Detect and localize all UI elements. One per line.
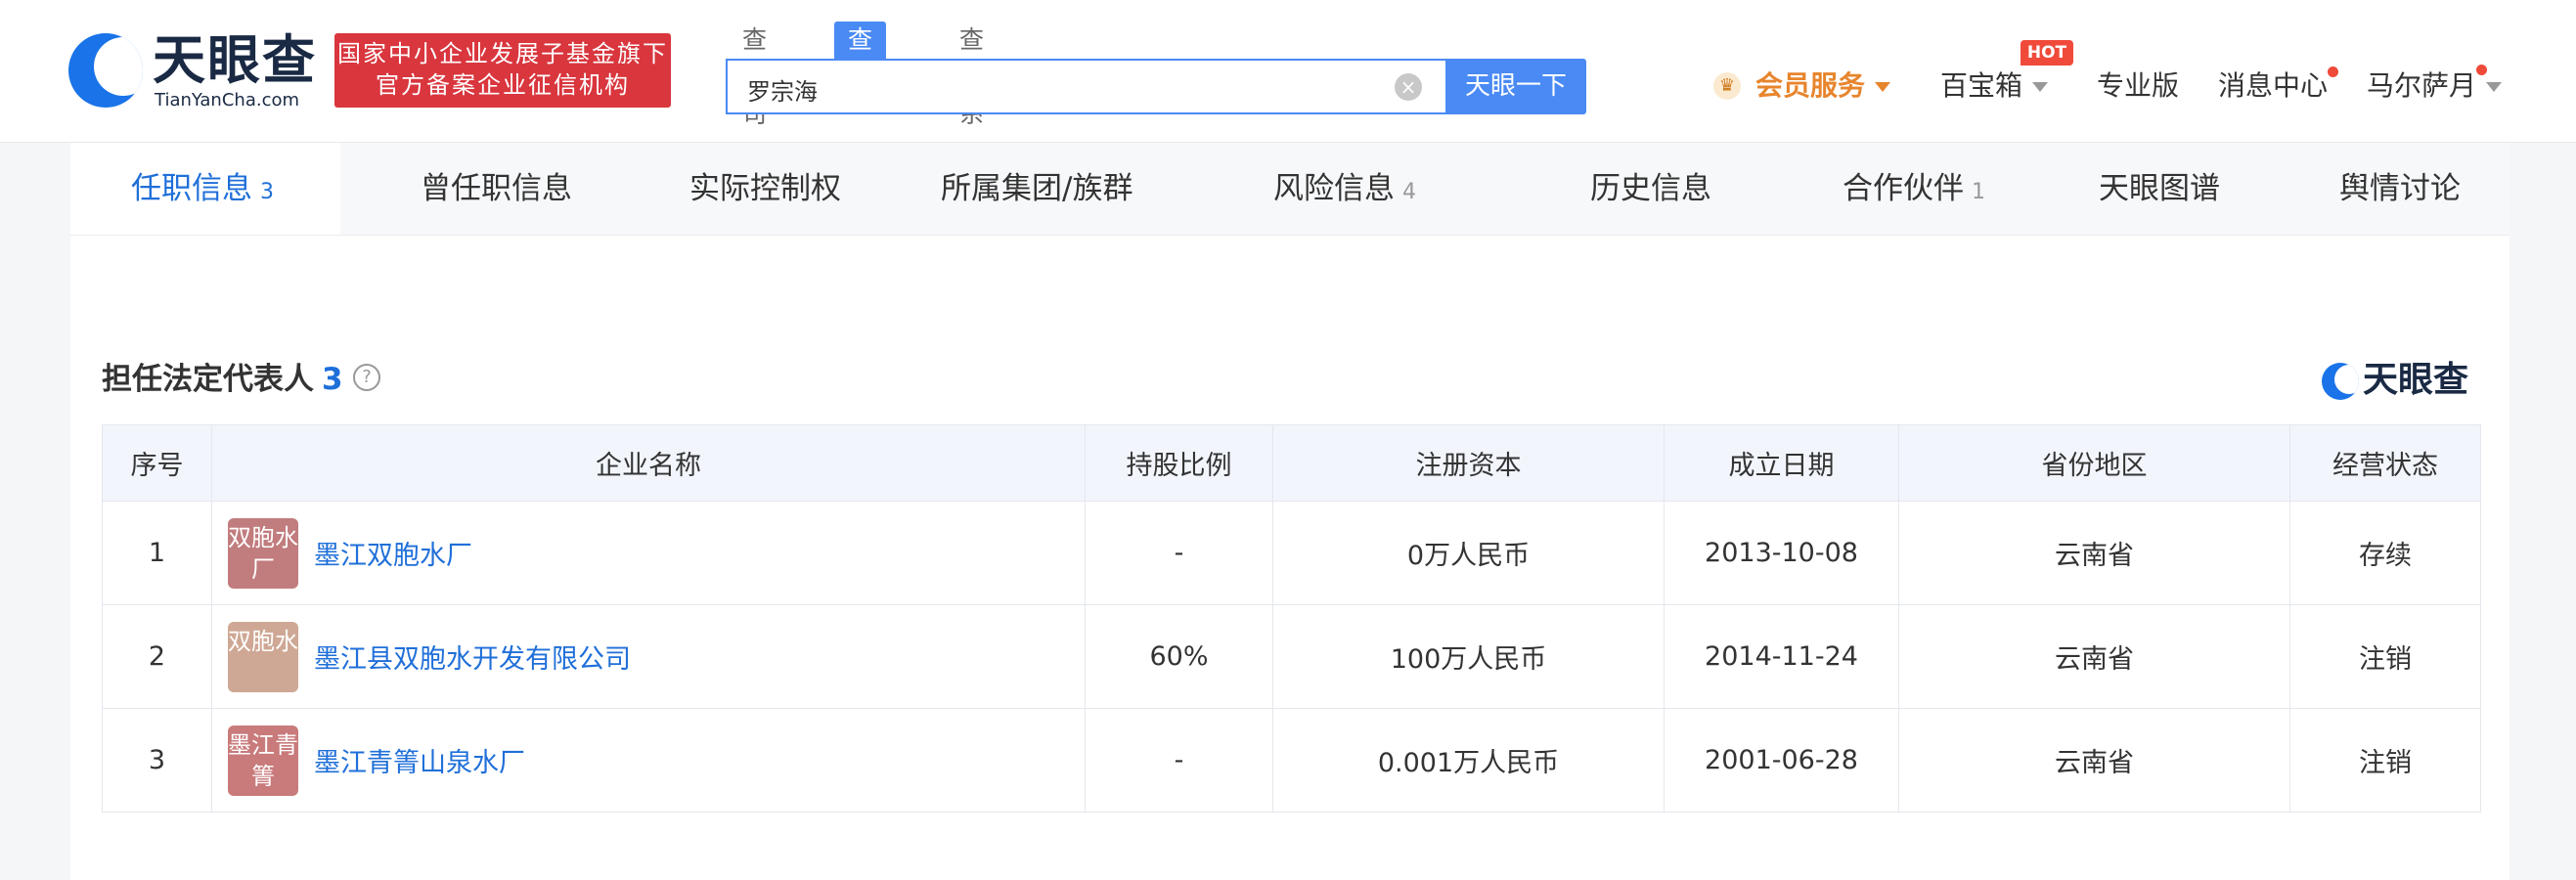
hot-badge: HOT xyxy=(2021,40,2073,66)
logo-eye-icon xyxy=(2322,363,2359,400)
column-header: 注册资本 xyxy=(1272,424,1665,502)
tab-former-positions[interactable]: 曾任职信息 xyxy=(421,143,572,235)
clear-icon[interactable]: × xyxy=(1395,73,1422,101)
tianyancha-logo[interactable]: 天眼查 TianYanCha.com xyxy=(68,29,323,111)
tab-label: 合作伙伴 xyxy=(1843,171,1964,206)
official-badge: 国家中小企业发展子基金旗下 官方备案企业征信机构 xyxy=(334,33,671,108)
top-header: 天眼查 TianYanCha.com 国家中小企业发展子基金旗下 官方备案企业征… xyxy=(0,0,2576,143)
member-service-menu[interactable]: 会员服务 xyxy=(1755,65,1891,108)
company-logo[interactable]: 双胞水 xyxy=(228,621,298,692)
legal-representative-table: 序号 企业名称 持股比例 注册资本 成立日期 省份地区 经营状态 1 双胞水厂墨… xyxy=(102,424,2481,813)
company-name-link[interactable]: 墨江青箐山泉水厂 xyxy=(314,748,525,778)
company-cell: 双胞水墨江县双胞水开发有限公司 xyxy=(211,604,1086,709)
tab-label: 舆情讨论 xyxy=(2339,171,2461,206)
member-service-label: 会员服务 xyxy=(1755,69,1866,102)
search-tab-company[interactable]: 查公司 xyxy=(729,22,780,128)
watermark-logo-text: 天眼查 xyxy=(2363,360,2469,400)
tab-label: 风险信息 xyxy=(1273,171,1395,206)
badge-line-1: 国家中小企业发展子基金旗下 xyxy=(337,40,668,67)
column-header: 持股比例 xyxy=(1085,424,1273,502)
table-row: 1 双胞水厂 墨江双胞水厂 - 0万人民币 2013-10-08 云南省 存续 xyxy=(102,501,2481,605)
tab-label: 所属集团/族群 xyxy=(941,171,1133,206)
column-header: 企业名称 xyxy=(211,424,1086,502)
row-index: 1 xyxy=(102,501,212,605)
company-name-link[interactable]: 墨江县双胞水开发有限公司 xyxy=(314,644,631,675)
tab-label: 天眼图谱 xyxy=(2099,171,2220,206)
status-badge: 注销 xyxy=(2289,708,2481,813)
row-index: 3 xyxy=(102,708,212,813)
tab-discussion[interactable]: 舆情讨论 xyxy=(2339,143,2461,235)
user-notification-dot xyxy=(2476,65,2487,75)
tab-label: 历史信息 xyxy=(1590,171,1711,206)
logo-eye-icon xyxy=(68,33,143,108)
section-title-text: 担任法定代表人 xyxy=(102,362,314,397)
column-header: 经营状态 xyxy=(2289,424,2481,502)
status-badge: 存续 xyxy=(2289,501,2481,605)
tab-count: 3 xyxy=(260,180,274,204)
tab-history[interactable]: 历史信息 xyxy=(1590,143,1711,235)
chevron-down-icon xyxy=(2486,82,2503,92)
column-header: 序号 xyxy=(102,424,212,502)
user-name: 马尔萨月 xyxy=(2367,69,2477,102)
column-header: 成立日期 xyxy=(1664,424,1899,502)
tab-partners[interactable]: 合作伙伴 1 xyxy=(1843,143,1985,235)
column-header: 省份地区 xyxy=(1898,424,2290,502)
registered-capital: 0.001万人民币 xyxy=(1272,708,1665,813)
watermark-logo: 天眼查 xyxy=(2322,355,2478,402)
section-count: 3 xyxy=(322,362,343,397)
logo-text: 天眼查 xyxy=(153,29,317,91)
treasure-box-menu[interactable]: 百宝箱 xyxy=(1940,65,2049,108)
established-date: 2013-10-08 xyxy=(1664,501,1899,605)
status-badge: 注销 xyxy=(2289,604,2481,709)
crown-icon: ♛ xyxy=(1713,72,1741,100)
table-header-row: 序号 企业名称 持股比例 注册资本 成立日期 省份地区 经营状态 xyxy=(102,424,2481,502)
established-date: 2001-06-28 xyxy=(1664,708,1899,813)
chevron-down-icon xyxy=(1875,82,1891,92)
region: 云南省 xyxy=(1898,501,2290,605)
message-center-link[interactable]: 消息中心 xyxy=(2218,65,2328,108)
badge-line-2: 官方备案企业征信机构 xyxy=(376,71,630,99)
tab-count: 4 xyxy=(1402,180,1416,204)
tab-count: 1 xyxy=(1972,180,1985,204)
share-ratio: 60% xyxy=(1085,604,1273,709)
search-button[interactable]: 天眼一下 xyxy=(1445,59,1586,114)
tab-label: 实际控制权 xyxy=(689,171,841,206)
search-tab-boss[interactable]: 查老板 xyxy=(834,22,887,128)
table-row: 2 双胞水墨江县双胞水开发有限公司 60% 100万人民币 2014-11-24… xyxy=(102,604,2481,709)
notification-dot xyxy=(2328,66,2338,77)
search-input[interactable] xyxy=(745,68,1355,110)
tab-label: 任职信息 xyxy=(131,171,252,206)
region: 云南省 xyxy=(1898,604,2290,709)
tab-group[interactable]: 所属集团/族群 xyxy=(941,143,1133,235)
share-ratio: - xyxy=(1085,501,1273,605)
table-row: 3 墨江青箐 墨江青箐山泉水厂 - 0.001万人民币 2001-06-28 云南… xyxy=(102,708,2481,813)
company-cell: 墨江青箐 墨江青箐山泉水厂 xyxy=(211,708,1086,813)
company-logo[interactable]: 双胞水厂 xyxy=(228,517,298,589)
search-tab-relation[interactable]: 查关系 xyxy=(946,22,998,128)
row-index: 2 xyxy=(102,604,212,709)
content-panel: 担任法定代表人 3 ? 天眼查 序号 企业名称 持股比例 注册资本 成立日期 省份… xyxy=(70,236,2509,880)
treasure-box-label: 百宝箱 xyxy=(1940,69,2023,102)
tab-label: 曾任职信息 xyxy=(421,171,572,206)
chevron-down-icon xyxy=(2032,82,2049,92)
registered-capital: 100万人民币 xyxy=(1272,604,1665,709)
company-cell: 双胞水厂 墨江双胞水厂 xyxy=(211,501,1086,605)
search-box: × xyxy=(726,59,1445,114)
share-ratio: - xyxy=(1085,708,1273,813)
profile-tabs: 任职信息 3 曾任职信息 实际控制权 所属集团/族群 风险信息 4 历史信息 合作伙… xyxy=(70,143,2509,236)
section-title: 担任法定代表人 3 xyxy=(102,355,343,404)
company-name-link[interactable]: 墨江双胞水厂 xyxy=(314,541,472,571)
tab-risk[interactable]: 风险信息 4 xyxy=(1273,143,1416,235)
pro-version-link[interactable]: 专业版 xyxy=(2097,65,2179,108)
help-icon[interactable]: ? xyxy=(353,364,380,391)
company-logo[interactable]: 墨江青箐 xyxy=(228,725,298,796)
region: 云南省 xyxy=(1898,708,2290,813)
tab-current-positions[interactable]: 任职信息 3 xyxy=(70,143,340,235)
logo-domain: TianYanCha.com xyxy=(155,90,300,110)
registered-capital: 0万人民币 xyxy=(1272,501,1665,605)
tab-actual-control[interactable]: 实际控制权 xyxy=(689,143,841,235)
tab-graph[interactable]: 天眼图谱 xyxy=(2099,143,2220,235)
established-date: 2014-11-24 xyxy=(1664,604,1899,709)
